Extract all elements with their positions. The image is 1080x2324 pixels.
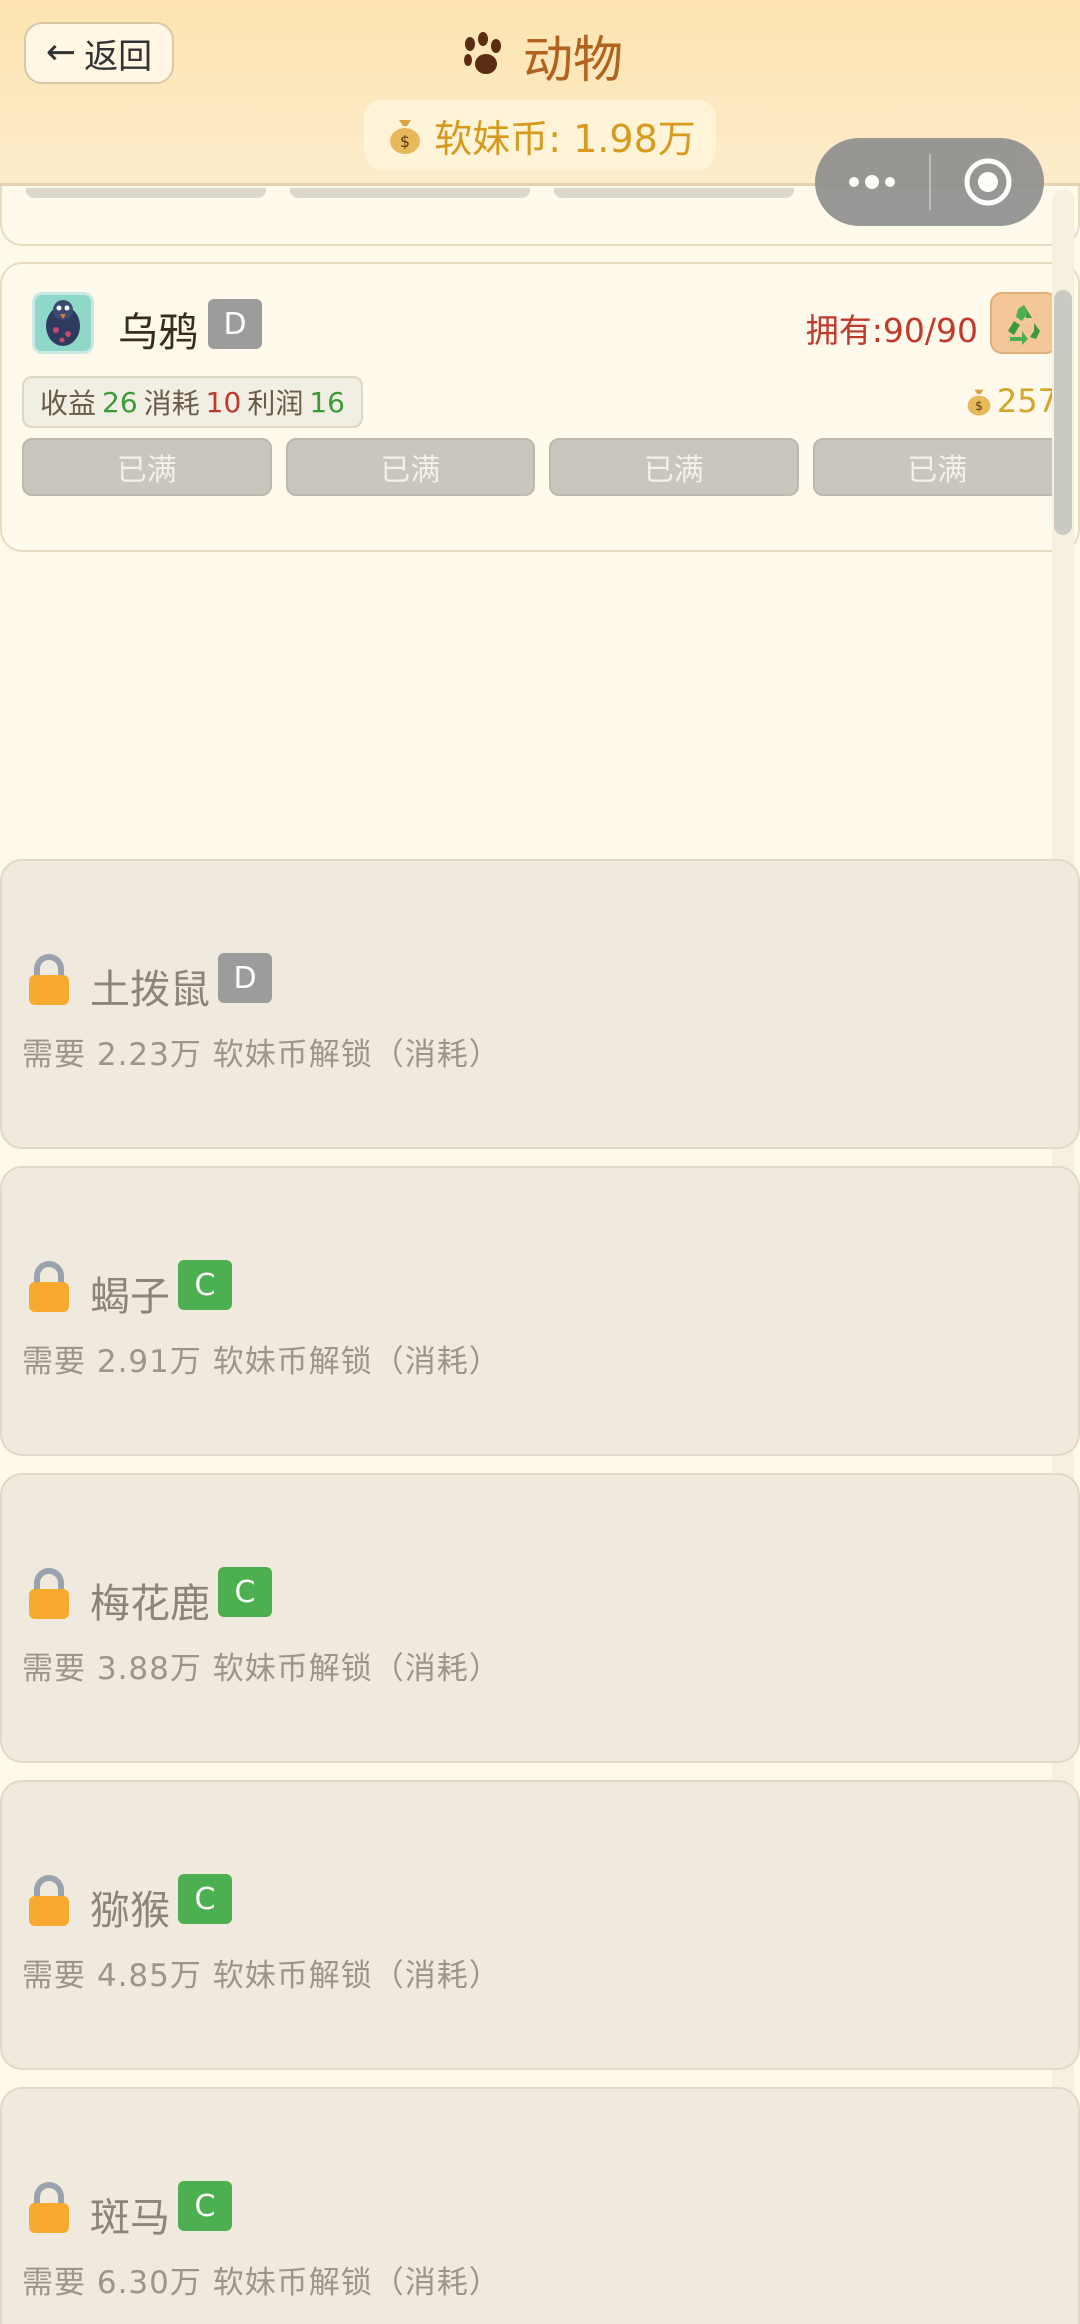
slot-stub: [290, 188, 530, 198]
slot-row: 已满 已满 已满 已满: [22, 438, 1062, 496]
locked-animal-name: 猕猴: [90, 1888, 170, 1934]
stats-box: 收益 26 消耗 10 利润 16: [22, 376, 363, 428]
unlock-requirement: 需要 6.30万 软妹币解锁（消耗）: [22, 2265, 501, 2301]
grade-badge: C: [178, 1874, 232, 1924]
locked-animal-name: 蝎子: [90, 1274, 170, 1320]
coin-balance: $ 软妹币: 1.98万: [364, 100, 716, 170]
slot-button[interactable]: 已满: [22, 438, 272, 496]
money-bag-icon: $: [967, 389, 991, 416]
animal-card: 乌鸦 D 拥有:90/90 收益 26 消耗 10 利润 16 $ 257 已满…: [0, 262, 1080, 552]
income-label: 收益: [40, 387, 97, 420]
money-bag-icon: $: [390, 120, 421, 154]
lock-icon: [29, 954, 69, 1005]
locked-card[interactable]: 土拨鼠 D 需要 2.23万 软妹币解锁（消耗）: [0, 859, 1080, 1149]
recycle-icon: [1008, 305, 1040, 345]
locked-card[interactable]: 斑马 C 需要 6.30万 软妹币解锁（消耗）: [0, 2087, 1080, 2324]
recycle-button[interactable]: [990, 292, 1058, 354]
more-icon[interactable]: [815, 138, 929, 226]
mini-program-capsule: [815, 138, 1044, 226]
unlock-requirement: 需要 4.85万 软妹币解锁（消耗）: [22, 1958, 501, 1994]
price: $ 257: [963, 382, 1058, 420]
unlock-requirement: 需要 3.88万 软妹币解锁（消耗）: [22, 1651, 501, 1687]
income-value: 26: [102, 385, 138, 419]
grade-badge: D: [208, 299, 262, 349]
page-title-text: 动物: [523, 31, 623, 89]
scrollbar[interactable]: [1054, 290, 1072, 535]
locked-card[interactable]: 蝎子 C 需要 2.91万 软妹币解锁（消耗）: [0, 1166, 1080, 1456]
locked-card[interactable]: 梅花鹿 C 需要 3.88万 软妹币解锁（消耗）: [0, 1473, 1080, 1763]
slot-stub: [26, 188, 266, 198]
svg-text:$: $: [975, 399, 983, 413]
lock-icon: [29, 1875, 69, 1926]
target-icon[interactable]: [931, 156, 1044, 208]
price-value: 257: [996, 382, 1058, 420]
cost-value: 10: [205, 385, 242, 419]
page-title: 动物: [0, 20, 1080, 92]
profit-value: 16: [309, 385, 345, 419]
cost-label: 消耗: [143, 387, 200, 420]
slot-button[interactable]: 已满: [549, 438, 799, 496]
animal-name: 乌鸦: [118, 310, 198, 356]
slot-stub: [554, 188, 794, 198]
unlock-requirement: 需要 2.23万 软妹币解锁（消耗）: [22, 1037, 501, 1073]
lock-icon: [29, 2182, 69, 2233]
svg-text:$: $: [400, 132, 410, 151]
owned-count: 拥有:90/90: [805, 311, 978, 350]
coin-balance-text: 软妹币: 1.98万: [434, 116, 696, 161]
profit-label: 利润: [247, 387, 304, 420]
paw-icon: [464, 32, 501, 74]
grade-badge: D: [218, 953, 272, 1003]
lock-icon: [29, 1261, 69, 1312]
slot-button[interactable]: 已满: [285, 438, 535, 496]
locked-card[interactable]: 猕猴 C 需要 4.85万 软妹币解锁（消耗）: [0, 1780, 1080, 2070]
unlock-requirement: 需要 2.91万 软妹币解锁（消耗）: [22, 1344, 501, 1380]
grade-badge: C: [178, 1260, 232, 1310]
locked-animal-name: 斑马: [90, 2195, 170, 2241]
locked-animal-name: 土拨鼠: [90, 967, 210, 1013]
lock-icon: [29, 1568, 69, 1619]
grade-badge: C: [178, 2181, 232, 2231]
crow-avatar: [32, 292, 94, 354]
locked-animal-name: 梅花鹿: [90, 1581, 210, 1627]
grade-badge: C: [218, 1567, 272, 1617]
slot-button[interactable]: 已满: [812, 438, 1062, 496]
